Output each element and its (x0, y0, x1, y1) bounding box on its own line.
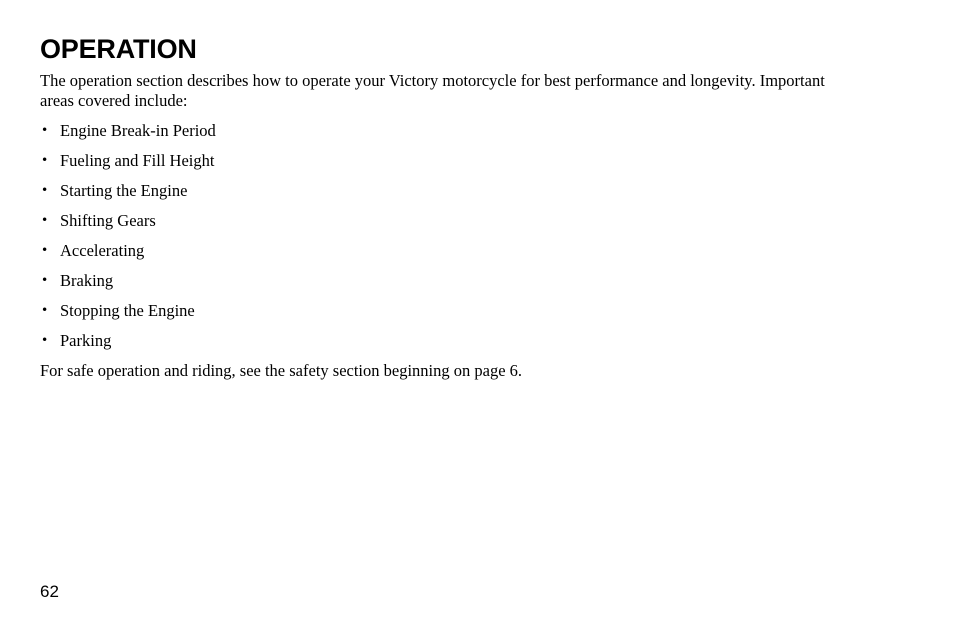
page-number: 62 (40, 582, 59, 601)
list-item-label: Engine Break-in Period (60, 121, 216, 140)
bullet-icon: • (42, 152, 48, 169)
closing-note: For safe operation and riding, see the s… (40, 361, 523, 380)
list-item-label: Accelerating (60, 241, 145, 260)
list-item: • Accelerating (40, 236, 914, 266)
list-item: • Stopping the Engine (40, 296, 914, 326)
list-item-label: Parking (60, 331, 112, 350)
list-item-label: Shifting Gears (60, 211, 156, 230)
page-title: OPERATION (40, 34, 197, 64)
list-item: • Parking (40, 326, 914, 356)
bullet-icon: • (42, 182, 48, 199)
list-item: • Shifting Gears (40, 206, 914, 236)
document-page: OPERATION The operation section describe… (0, 0, 954, 627)
list-item: • Braking (40, 266, 914, 296)
bullet-icon: • (42, 242, 48, 259)
list-item-label: Stopping the Engine (60, 301, 195, 320)
bullet-icon: • (42, 272, 48, 289)
bullet-icon: • (42, 122, 48, 139)
bullet-icon: • (42, 332, 48, 349)
topics-list: • Engine Break-in Period • Fueling and F… (40, 116, 914, 356)
list-item-label: Braking (60, 271, 114, 290)
bullet-icon: • (42, 212, 48, 229)
page-content: OPERATION The operation section describe… (40, 34, 914, 381)
list-item: • Starting the Engine (40, 176, 914, 206)
list-item: • Fueling and Fill Height (40, 146, 914, 176)
bullet-icon: • (42, 302, 48, 319)
list-item-label: Starting the Engine (60, 181, 188, 200)
list-item-label: Fueling and Fill Height (60, 151, 215, 170)
intro-paragraph: The operation section describes how to o… (40, 71, 825, 110)
list-item: • Engine Break-in Period (40, 116, 914, 146)
